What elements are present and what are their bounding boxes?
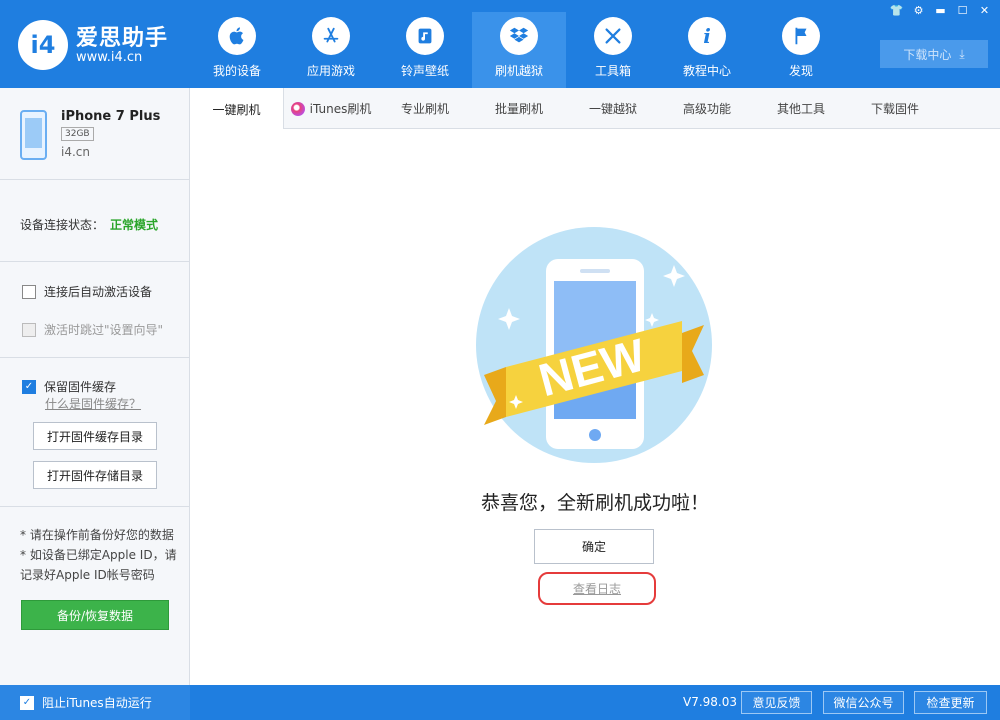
apple-icon [218, 17, 256, 55]
app-store-icon [312, 17, 350, 55]
tab-label: 批量刷机 [494, 102, 543, 116]
skip-setup-checkbox [22, 322, 36, 337]
nav-label: 我的设备 [212, 64, 261, 78]
auto-activate-option[interactable]: 连接后自动激活设备 [22, 283, 152, 300]
nav-label: 铃声壁纸 [400, 64, 449, 78]
nav-label: 应用游戏 [306, 64, 355, 78]
block-itunes-option[interactable]: ✓ 阻止iTunes自动运行 [0, 685, 190, 720]
nav-apps-games[interactable]: 应用游戏 [284, 12, 378, 88]
success-illustration: NEW [476, 227, 712, 463]
tab-batch-flash[interactable]: 批量刷机 [472, 88, 566, 129]
tab-label: 一键刷机 [212, 102, 261, 117]
minimize-icon[interactable]: ▬ [931, 3, 950, 18]
backup-note: * 请在操作前备份好您的数据 [20, 528, 174, 542]
gear-icon[interactable]: ⚙ [909, 3, 928, 18]
nav-ringtones[interactable]: 铃声壁纸 [378, 12, 472, 88]
backup-restore-button[interactable]: 备份/恢复数据 [21, 600, 169, 630]
itunes-icon [290, 101, 305, 116]
i4-logo[interactable]: i4 [18, 20, 68, 70]
auto-activate-checkbox[interactable] [22, 284, 36, 299]
tab-label: iTunes刷机 [309, 102, 372, 116]
main-panel: NEW 恭喜您，全新刷机成功啦！ 确定 查看日志 [190, 129, 1000, 685]
view-log-link[interactable]: 查看日志 [538, 572, 656, 605]
nav-discover[interactable]: 发现 [754, 12, 848, 88]
confirm-button[interactable]: 确定 [534, 529, 654, 564]
tab-one-click-jailbreak[interactable]: 一键越狱 [566, 88, 660, 129]
dropbox-icon [500, 17, 538, 55]
tab-pro-flash[interactable]: 专业刷机 [378, 88, 472, 129]
auto-activate-label: 连接后自动激活设备 [44, 285, 153, 299]
tab-label: 高级功能 [682, 102, 731, 116]
divider [0, 357, 189, 358]
download-center-label: 下载中心 [903, 47, 952, 62]
nav-label: 刷机越狱 [494, 64, 543, 78]
tab-label: 下载固件 [870, 102, 919, 116]
device-capacity-badge: 32GB [61, 127, 94, 141]
nav-toolbox[interactable]: 工具箱 [566, 12, 660, 88]
tab-bar: 一键刷机 iTunes刷机 专业刷机 批量刷机 一键越狱 高级功能 其他工具 下… [190, 88, 1000, 130]
success-message: 恭喜您，全新刷机成功啦！ [480, 492, 709, 514]
device-host: i4.cn [61, 145, 90, 159]
maximize-icon[interactable]: ☐ [953, 3, 972, 18]
download-center-button[interactable]: 下载中心 ⤓ [880, 40, 988, 68]
tab-label: 专业刷机 [400, 102, 449, 116]
flag-icon [782, 17, 820, 55]
bottom-bar: ✓ 阻止iTunes自动运行 V7.98.03 意见反馈 微信公众号 检查更新 [0, 685, 1000, 720]
device-card: iPhone 7 Plus 32GB i4.cn [0, 88, 189, 180]
nav-label: 教程中心 [682, 64, 731, 78]
connection-status-label: 设备连接状态： [20, 218, 105, 232]
download-icon: ⤓ [959, 46, 965, 61]
check-update-button[interactable]: 检查更新 [914, 691, 987, 714]
block-itunes-label: 阻止iTunes自动运行 [42, 696, 152, 710]
tab-advanced[interactable]: 高级功能 [660, 88, 754, 129]
phone-icon [20, 110, 47, 160]
shirt-icon[interactable]: 👕 [887, 3, 906, 18]
info-icon: i [688, 17, 726, 55]
brand-name: 爱思助手 [76, 26, 169, 51]
feedback-button[interactable]: 意见反馈 [741, 691, 812, 714]
tab-label: 其他工具 [776, 102, 825, 116]
tab-other-tools[interactable]: 其他工具 [754, 88, 848, 129]
top-bar: i4 爱思助手 www.i4.cn 我的设备 应用游戏 铃声壁纸 刷机越狱 工具… [0, 0, 1000, 88]
nav-label: 发现 [788, 64, 813, 78]
cache-help-link[interactable]: 什么是固件缓存？ [45, 395, 141, 412]
tools-icon [594, 17, 632, 55]
nav-my-device[interactable]: 我的设备 [190, 12, 284, 88]
skip-setup-label: 激活时跳过"设置向导" [44, 323, 164, 337]
brand-url: www.i4.cn [76, 50, 143, 65]
main-nav: 我的设备 应用游戏 铃声壁纸 刷机越狱 工具箱 i 教程中心 发现 [190, 0, 848, 88]
keep-cache-checkbox[interactable]: ✓ [22, 379, 36, 394]
skip-setup-option: 激活时跳过"设置向导" [22, 321, 163, 338]
divider [0, 261, 189, 262]
connection-status-value: 正常模式 [110, 218, 159, 232]
divider [0, 506, 189, 507]
tab-label: 一键越狱 [588, 102, 637, 116]
nav-flash-jailbreak[interactable]: 刷机越狱 [472, 12, 566, 88]
open-cache-dir-button[interactable]: 打开固件缓存目录 [33, 422, 157, 450]
keep-cache-option[interactable]: ✓ 保留固件缓存 [22, 378, 116, 395]
open-storage-dir-button[interactable]: 打开固件存储目录 [33, 461, 157, 489]
nav-tutorials[interactable]: i 教程中心 [660, 12, 754, 88]
apple-id-note: * 如设备已绑定Apple ID，请记录好Apple ID帐号密码 [20, 548, 177, 582]
device-name: iPhone 7 Plus [61, 109, 161, 124]
music-icon [406, 17, 444, 55]
close-icon[interactable]: ✕ [975, 3, 994, 18]
block-itunes-checkbox[interactable]: ✓ [20, 695, 34, 710]
window-controls: 👕 ⚙ ▬ ☐ ✕ [887, 3, 994, 18]
wechat-button[interactable]: 微信公众号 [823, 691, 904, 714]
tab-one-click-flash[interactable]: 一键刷机 [190, 88, 284, 130]
tab-itunes-flash[interactable]: iTunes刷机 [284, 88, 378, 129]
version-label: V7.98.03 [683, 695, 738, 709]
tab-download-firmware[interactable]: 下载固件 [848, 88, 942, 129]
nav-label: 工具箱 [594, 64, 631, 78]
keep-cache-label: 保留固件缓存 [44, 380, 117, 394]
